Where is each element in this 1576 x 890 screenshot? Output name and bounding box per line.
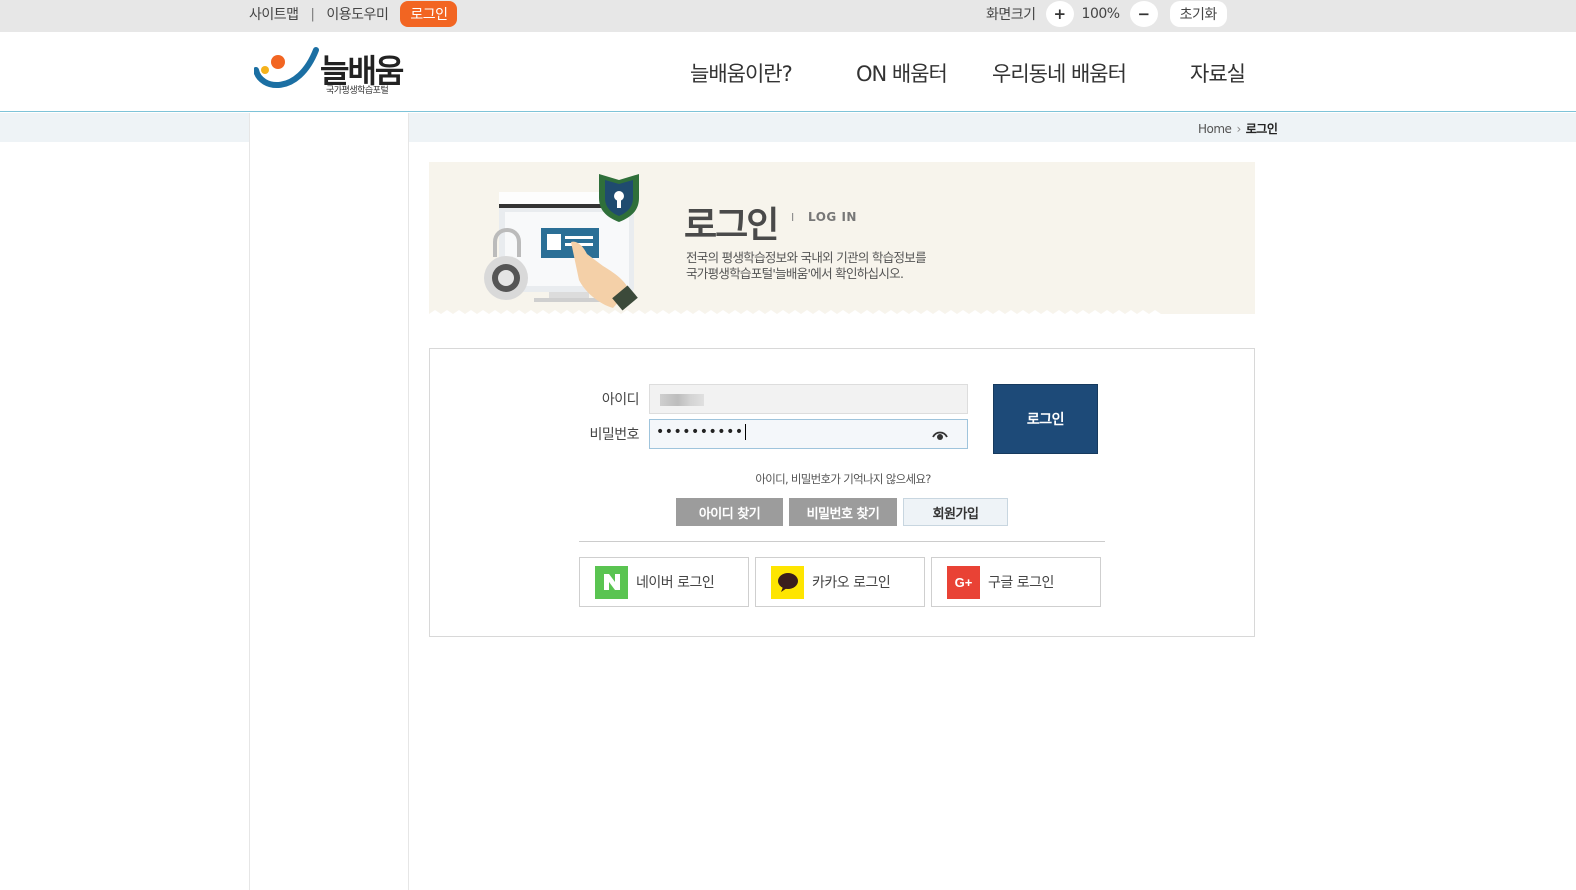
banner-description-line: 국가평생학습포털'늘배움'에서 확인하십시오. — [686, 266, 904, 281]
zoom-level: 100% — [1081, 6, 1121, 22]
sitemap-link[interactable]: 사이트맵 — [249, 4, 299, 24]
divider: | — [310, 6, 315, 22]
find-password-button[interactable]: 비밀번호 찾기 — [789, 498, 897, 526]
zoom-controls: 화면크기 + 100% − 초기화 — [986, 0, 1227, 28]
text-cursor — [744, 424, 746, 440]
kakao-login-label: 카카오 로그인 — [812, 575, 891, 591]
nav-local-learning[interactable]: 우리동네 배움터 — [992, 58, 1127, 88]
utility-bar: 사이트맵 | 이용도우미 로그인 화면크기 + 100% − 초기화 — [0, 0, 1576, 32]
zoom-in-button[interactable]: + — [1045, 1, 1074, 27]
banner-description-line: 전국의 평생학습정보와 국내외 기관의 학습정보를 — [686, 250, 927, 265]
title-separator: I — [791, 211, 795, 224]
google-login-label: 구글 로그인 — [988, 575, 1054, 591]
forgot-credentials-text: 아이디, 비밀번호가 기억나지 않으세요? — [755, 472, 931, 486]
nav-on-learning[interactable]: ON 배움터 — [856, 58, 948, 88]
zoom-out-button[interactable]: − — [1129, 1, 1158, 27]
naver-icon — [595, 565, 628, 599]
sub-bar — [0, 113, 1576, 142]
zoom-reset-button[interactable]: 초기화 — [1169, 1, 1227, 27]
google-login-button[interactable]: G+ 구글 로그인 — [931, 557, 1101, 607]
top-login-button[interactable]: 로그인 — [400, 1, 458, 27]
show-password-icon[interactable] — [932, 429, 948, 441]
find-id-button[interactable]: 아이디 찾기 — [676, 498, 783, 526]
utility-links: 사이트맵 | 이용도우미 로그인 — [249, 0, 458, 28]
nav-about[interactable]: 늘배움이란? — [690, 58, 793, 88]
password-input[interactable]: •••••••••• — [649, 419, 968, 449]
login-submit-button[interactable]: 로그인 — [993, 384, 1098, 454]
logo-subtitle: 국가평생학습포털 — [326, 86, 389, 96]
page-title: 로그인 — [684, 205, 779, 246]
banner-description: 전국의 평생학습정보와 국내외 기관의 학습정보를 국가평생학습포털'늘배움'에… — [686, 250, 927, 282]
page-title-en: LOG IN — [808, 210, 857, 224]
kakao-login-button[interactable]: 카카오 로그인 — [755, 557, 925, 607]
guide-link[interactable]: 이용도우미 — [326, 4, 388, 24]
id-label: 아이디 — [601, 392, 640, 408]
chevron-right-icon: › — [1236, 121, 1241, 136]
naver-login-button[interactable]: 네이버 로그인 — [579, 557, 749, 607]
google-plus-icon: G+ — [947, 565, 980, 599]
logo-mark-icon — [254, 47, 319, 89]
login-panel: 아이디 비밀번호 •••••••••• 로그인 아이디, 비밀번호가 기억나지 … — [429, 348, 1255, 637]
left-sidebar — [249, 113, 409, 890]
site-logo[interactable]: 늘배움 국가평생학습포털 — [254, 46, 414, 98]
masked-id-value — [660, 394, 704, 406]
breadcrumb-current: 로그인 — [1245, 122, 1278, 136]
divider — [579, 541, 1105, 542]
naver-login-label: 네이버 로그인 — [636, 575, 715, 591]
id-input[interactable] — [649, 384, 968, 414]
password-value: •••••••••• — [656, 424, 744, 440]
secure-login-illustration — [484, 174, 639, 311]
signup-button[interactable]: 회원가입 — [903, 498, 1008, 526]
password-label: 비밀번호 — [589, 427, 639, 443]
breadcrumb: Home › 로그인 — [1198, 120, 1278, 137]
site-header: 늘배움 국가평생학습포털 늘배움이란? ON 배움터 우리동네 배움터 자료실 — [0, 32, 1576, 112]
account-help-buttons: 아이디 찾기 비밀번호 찾기 회원가입 — [676, 498, 1014, 526]
banner-zigzag-edge — [429, 310, 1255, 318]
screen-size-label: 화면크기 — [986, 7, 1036, 23]
kakao-icon — [771, 565, 804, 599]
nav-archive[interactable]: 자료실 — [1190, 58, 1246, 88]
page-banner: 로그인 I LOG IN 전국의 평생학습정보와 국내외 기관의 학습정보를 국… — [429, 162, 1255, 318]
breadcrumb-home[interactable]: Home — [1198, 122, 1232, 136]
